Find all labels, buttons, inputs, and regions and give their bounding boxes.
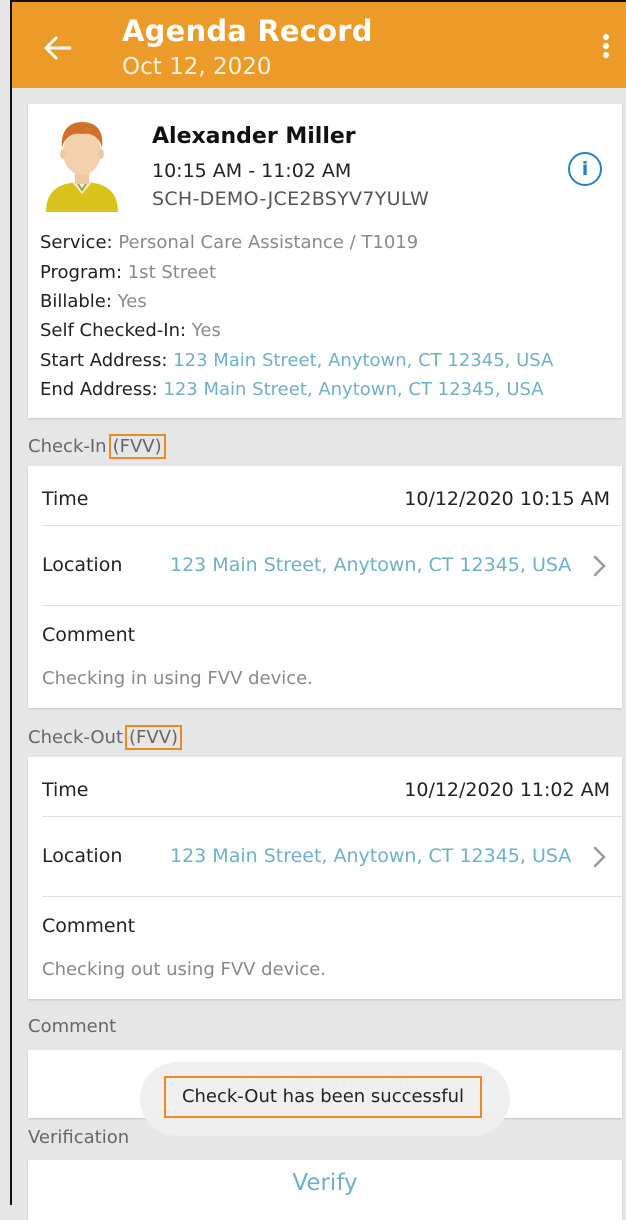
self-checked-in-label: Self Checked-In: <box>40 320 192 341</box>
billable-label: Billable: <box>40 291 118 312</box>
verify-card[interactable]: Verify <box>28 1160 622 1220</box>
start-address-link[interactable]: 123 Main Street, Anytown, CT 12345, USA <box>173 350 553 371</box>
program-label: Program: <box>40 262 128 283</box>
screenshot-frame-left <box>10 0 12 1205</box>
checkout-comment-row: Comment Checking out using FVV device. <box>28 897 622 999</box>
checkout-fvv-badge: (FVV) <box>125 725 183 750</box>
billable-value: Yes <box>117 291 147 312</box>
checkin-location-label: Location <box>42 554 123 576</box>
checkin-time-row: Time 10/12/2020 10:15 AM <box>28 466 622 526</box>
checkin-time-label: Time <box>42 488 89 510</box>
checkout-card: Time 10/12/2020 11:02 AM Location 123 Ma… <box>28 757 622 999</box>
client-profile-card: Alexander Miller 10:15 AM - 11:02 AM SCH… <box>28 104 622 418</box>
billable-field: Billable: Yes <box>40 291 147 312</box>
program-field: Program: 1st Street <box>40 262 216 283</box>
info-icon: i <box>581 158 589 180</box>
chevron-right-icon <box>593 555 606 577</box>
schedule-id: SCH-DEMO-JCE2BSYV7YULW <box>152 188 430 210</box>
more-vertical-icon <box>596 34 616 58</box>
checkout-time-label: Time <box>42 779 89 801</box>
checkout-time-value: 10/12/2020 11:02 AM <box>404 779 610 801</box>
person-avatar-icon <box>46 122 118 212</box>
checkin-fvv-badge: (FVV) <box>108 434 166 459</box>
page-date: Oct 12, 2020 <box>122 54 272 80</box>
checkin-time-value: 10/12/2020 10:15 AM <box>404 488 610 510</box>
screenshot-frame-top <box>10 0 626 2</box>
verification-section-label: Verification <box>28 1127 130 1148</box>
checkout-location-row[interactable]: Location 123 Main Street, Anytown, CT 12… <box>28 817 622 897</box>
chevron-right-icon <box>593 846 606 868</box>
page-title: Agenda Record <box>122 14 373 48</box>
end-address-field: End Address: 123 Main Street, Anytown, C… <box>40 379 544 400</box>
checkin-section-title: Check-In <box>28 436 107 457</box>
end-address-label: End Address: <box>40 379 164 400</box>
checkout-section-label: Check-Out (FVV) <box>28 725 183 750</box>
checkout-comment-text: Checking out using FVV device. <box>42 959 327 980</box>
checkout-time-row: Time 10/12/2020 11:02 AM <box>28 757 622 817</box>
visit-time-range: 10:15 AM - 11:02 AM <box>152 160 352 182</box>
self-checked-in-field: Self Checked-In: Yes <box>40 320 221 341</box>
service-value: Personal Care Assistance / T1019 <box>118 232 419 253</box>
checkin-location-row[interactable]: Location 123 Main Street, Anytown, CT 12… <box>28 526 622 606</box>
self-checked-in-value: Yes <box>191 320 221 341</box>
service-field: Service: Personal Care Assistance / T101… <box>40 232 418 253</box>
back-button[interactable] <box>40 30 76 66</box>
service-label: Service: <box>40 232 119 253</box>
comment-section-label: Comment <box>28 1016 117 1037</box>
program-value: 1st Street <box>127 262 217 283</box>
arrow-left-icon <box>44 36 72 60</box>
end-address-link[interactable]: 123 Main Street, Anytown, CT 12345, USA <box>163 379 543 400</box>
more-menu-button[interactable] <box>596 32 616 62</box>
checkin-card: Time 10/12/2020 10:15 AM Location 123 Ma… <box>28 466 622 708</box>
checkin-section-label: Check-In (FVV) <box>28 434 166 459</box>
checkout-section-title: Check-Out <box>28 727 124 748</box>
toast-notification: Check-Out has been successful <box>140 1062 510 1136</box>
checkout-location-link[interactable]: 123 Main Street, Anytown, CT 12345, USA <box>170 845 571 867</box>
checkout-comment-label: Comment <box>42 915 136 937</box>
checkin-location-link[interactable]: 123 Main Street, Anytown, CT 12345, USA <box>170 554 571 576</box>
verify-button[interactable]: Verify <box>28 1170 622 1196</box>
app-bar: Agenda Record Oct 12, 2020 <box>12 2 626 88</box>
client-name: Alexander Miller <box>152 124 356 149</box>
checkin-comment-label: Comment <box>42 624 136 646</box>
start-address-field: Start Address: 123 Main Street, Anytown,… <box>40 350 553 371</box>
avatar <box>42 116 122 216</box>
info-button[interactable]: i <box>568 152 602 186</box>
toast-message: Check-Out has been successful <box>164 1076 482 1118</box>
checkin-comment-row: Comment Checking in using FVV device. <box>28 606 622 708</box>
start-address-label: Start Address: <box>40 350 174 371</box>
checkout-location-label: Location <box>42 845 123 867</box>
checkin-comment-text: Checking in using FVV device. <box>42 668 313 689</box>
